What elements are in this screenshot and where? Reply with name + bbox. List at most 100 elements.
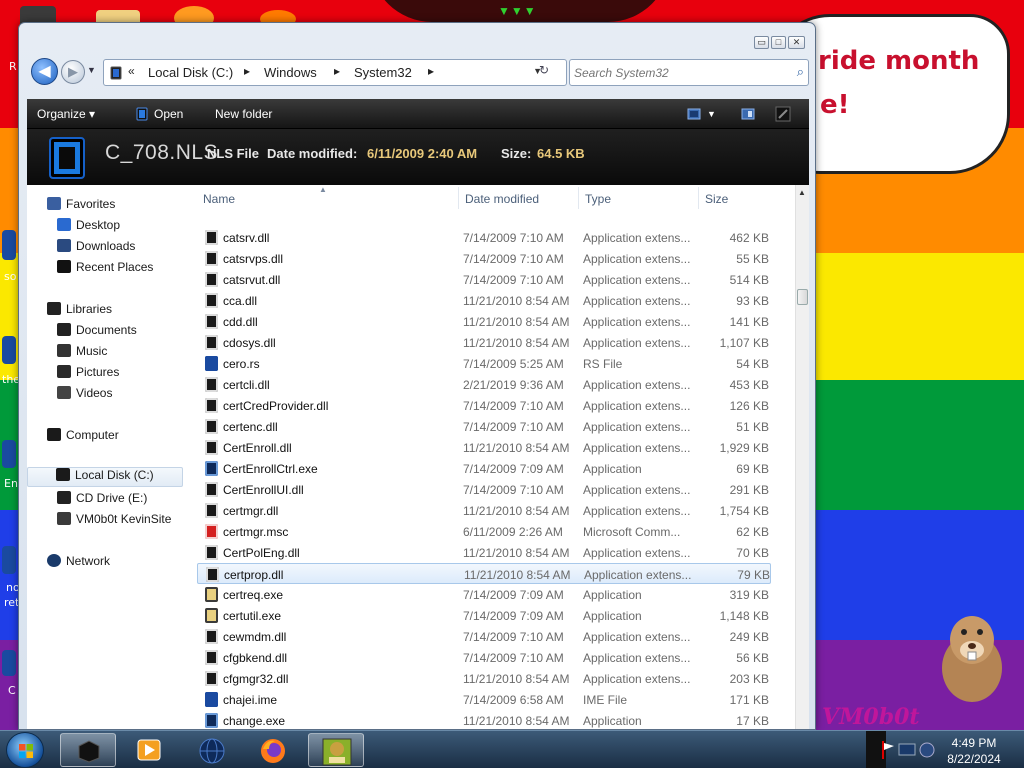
file-row[interactable]: cdosys.dll 11/21/2010 8:54 AM Application …	[197, 332, 771, 353]
maximize-button[interactable]: □	[771, 36, 786, 49]
desktop-icon[interactable]	[2, 336, 16, 364]
taskbar-box-game-button[interactable]	[308, 733, 364, 767]
forward-button[interactable]: ▶	[61, 60, 85, 84]
breadcrumb-system32[interactable]: System32	[354, 65, 412, 80]
file-row[interactable]: cdd.dll 11/21/2010 8:54 AM Application ext…	[197, 311, 771, 332]
vertical-scrollbar[interactable]: ▲	[795, 185, 809, 729]
file-row[interactable]: cero.rs 7/14/2009 5:25 AM RS File 54 KB	[197, 353, 771, 374]
nav-network-drive-label: VM0b0t KevinSite	[76, 512, 172, 526]
file-name: certmgr.dll	[223, 504, 279, 518]
file-row-selected[interactable]: certprop.dll 11/21/2010 8:54 AM Applicatio…	[197, 563, 771, 584]
taskbar-browser-button[interactable]	[184, 733, 240, 767]
nav-recent-places[interactable]: Recent Places	[57, 260, 153, 280]
file-row[interactable]: certmgr.dll 11/21/2010 8:54 AM Application…	[197, 500, 771, 521]
file-row[interactable]: chajei.ime 7/14/2009 6:58 AM IME File 171 K…	[197, 689, 771, 710]
box-game-icon	[322, 738, 352, 766]
search-box[interactable]: ⌕	[569, 59, 809, 86]
nav-videos[interactable]: Videos	[57, 386, 112, 406]
file-row[interactable]: certenc.dll 7/14/2009 7:10 AM Application …	[197, 416, 771, 437]
desktop-icon[interactable]	[2, 440, 16, 468]
firefox-icon	[261, 739, 285, 763]
file-type: Application extens...	[583, 399, 691, 413]
file-row[interactable]: certutil.exe 7/14/2009 7:09 AM Application…	[197, 605, 771, 626]
scroll-up-arrow-icon[interactable]: ▲	[798, 188, 806, 197]
nav-network-drive[interactable]: VM0b0t KevinSite	[57, 512, 171, 532]
nav-cd-drive[interactable]: CD Drive (E:)	[57, 491, 147, 511]
nav-pictures[interactable]: Pictures	[57, 365, 119, 385]
nav-computer[interactable]: Computer	[47, 428, 119, 448]
volume-icon[interactable]	[918, 741, 936, 759]
search-icon[interactable]: ⌕	[797, 64, 804, 80]
breadcrumb-windows[interactable]: Windows	[264, 65, 317, 80]
nav-music[interactable]: Music	[57, 344, 107, 364]
cd-drive-icon	[57, 491, 71, 504]
taskbar-firefox-button[interactable]	[246, 733, 302, 767]
minimize-button[interactable]: ▭	[754, 36, 769, 49]
nav-downloads[interactable]: Downloads	[57, 239, 135, 259]
file-row[interactable]: CertPolEng.dll 11/21/2010 8:54 AM Applicat…	[197, 542, 771, 563]
file-type: IME File	[583, 693, 628, 707]
nav-documents[interactable]: Documents	[57, 323, 137, 343]
network-status-icon[interactable]	[898, 742, 916, 758]
taskbar-media-player-button[interactable]	[122, 733, 178, 767]
file-row[interactable]: CertEnrollUI.dll 7/14/2009 7:10 AM Applica…	[197, 479, 771, 500]
scrollbar-thumb[interactable]	[797, 289, 808, 305]
file-row[interactable]: cfgbkend.dll 7/14/2009 7:10 AM Application…	[197, 647, 771, 668]
open-button[interactable]: Open	[154, 107, 183, 121]
preview-pane-icon[interactable]	[741, 107, 755, 121]
clock-date[interactable]: 8/22/2024	[942, 752, 1006, 766]
nav-local-disk[interactable]: Local Disk (C:)	[27, 467, 183, 487]
nav-desktop[interactable]: Desktop	[57, 218, 120, 238]
close-button[interactable]: ✕	[788, 36, 805, 49]
overflow-chevron[interactable]: «	[128, 64, 135, 78]
file-row[interactable]: catsrvut.dll 7/14/2009 7:10 AM Application…	[197, 269, 771, 290]
file-name: catsrv.dll	[223, 231, 270, 245]
network-drive-icon	[57, 512, 71, 525]
desktop-icon[interactable]	[2, 650, 16, 676]
file-row[interactable]: certmgr.msc 6/11/2009 2:26 AM Microsoft Co…	[197, 521, 771, 542]
file-name: catsrvps.dll	[223, 252, 284, 266]
file-date-modified: 7/14/2009 5:25 AM	[463, 357, 564, 371]
desktop-icon[interactable]	[2, 546, 16, 574]
clock-time[interactable]: 4:49 PM	[950, 736, 998, 750]
file-size: 51 KB	[736, 420, 769, 434]
organize-button[interactable]: Organize ▾	[37, 107, 95, 121]
breadcrumb-local-disk[interactable]: Local Disk (C:)	[148, 65, 233, 80]
search-input[interactable]	[574, 64, 784, 82]
size-value: 64.5 KB	[537, 146, 585, 161]
breadcrumb-separator[interactable]: ▸	[428, 64, 434, 78]
back-button[interactable]: ◀	[31, 58, 58, 85]
file-row[interactable]: CertEnrollCtrl.exe 7/14/2009 7:09 AM Appli…	[197, 458, 771, 479]
file-row[interactable]: cewmdm.dll 7/14/2009 7:10 AM Application e…	[197, 626, 771, 647]
change-view-icon[interactable]	[687, 107, 701, 121]
file-row[interactable]: CertEnroll.dll 11/21/2010 8:54 AM Applicat…	[197, 437, 771, 458]
file-row[interactable]: catsrvps.dll 7/14/2009 7:10 AM Application…	[197, 248, 771, 269]
new-folder-button[interactable]: New folder	[215, 107, 272, 121]
file-row[interactable]: certCredProvider.dll 7/14/2009 7:10 AM App…	[197, 395, 771, 416]
recent-pages-dropdown[interactable]: ▼	[87, 65, 96, 75]
column-name-label: Name	[203, 192, 236, 206]
nav-favorites[interactable]: Favorites	[47, 197, 115, 217]
file-row[interactable]: certcli.dll 2/21/2019 9:36 AM Application …	[197, 374, 771, 395]
breadcrumb-separator[interactable]: ▸	[244, 64, 250, 78]
file-row[interactable]: certreq.exe 7/14/2009 7:09 AM Application 3…	[197, 584, 771, 605]
desktop-icon[interactable]	[2, 230, 16, 260]
file-row[interactable]: change.exe 11/21/2010 8:54 AM Application 1…	[197, 710, 771, 729]
file-name: CertEnrollCtrl.exe	[223, 462, 318, 476]
start-button[interactable]	[6, 732, 44, 768]
file-row[interactable]: catsrv.dll 7/14/2009 7:10 AM Application e…	[197, 227, 771, 248]
breadcrumb-separator[interactable]: ▸	[334, 64, 340, 78]
nav-network[interactable]: Network	[47, 554, 110, 574]
address-bar[interactable]: « Local Disk (C:) ▸ Windows ▸ System32 ▸…	[103, 59, 567, 86]
refresh-icon[interactable]: ↻	[539, 63, 549, 77]
file-type: Application extens...	[583, 483, 691, 497]
flag-icon[interactable]	[880, 741, 898, 759]
taskbar-explorer-button[interactable]	[60, 733, 116, 767]
view-options-dropdown[interactable]: ▼	[707, 109, 716, 119]
nav-desktop-label: Desktop	[76, 218, 121, 232]
help-icon[interactable]	[775, 106, 791, 122]
file-row[interactable]: cca.dll 11/21/2010 8:54 AM Application ext…	[197, 290, 771, 311]
generic-file-icon	[205, 356, 218, 371]
nav-libraries[interactable]: Libraries	[47, 302, 112, 322]
file-row[interactable]: cfgmgr32.dll 11/21/2010 8:54 AM Applicatio…	[197, 668, 771, 689]
